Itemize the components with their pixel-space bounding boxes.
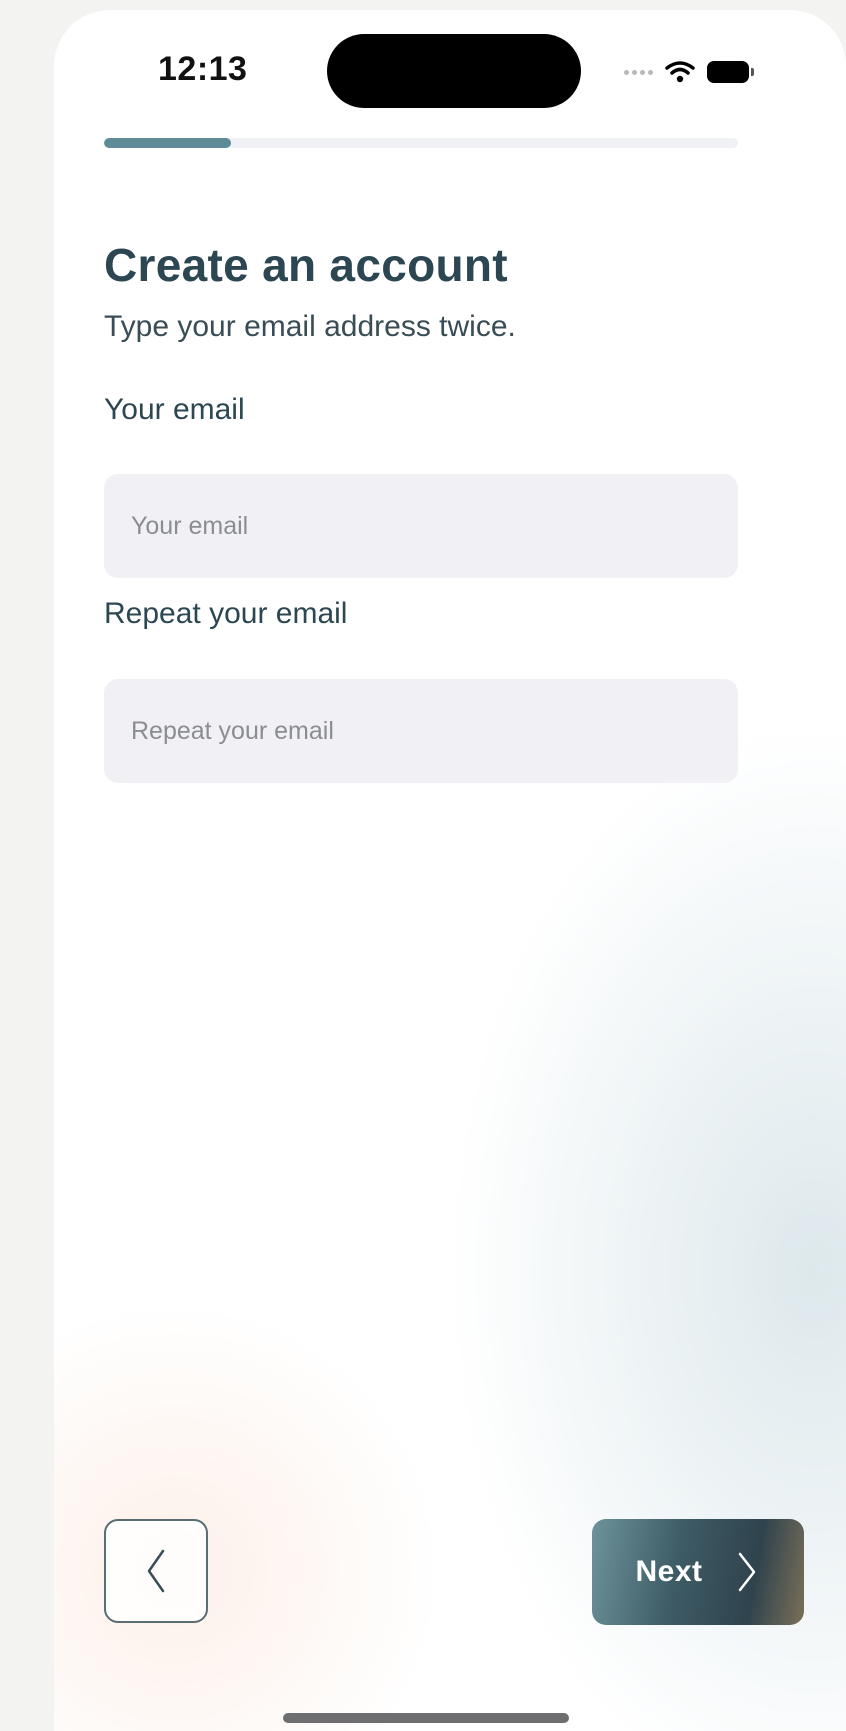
repeat-email-label: Repeat your email — [104, 597, 348, 630]
progress-fill — [104, 138, 231, 148]
home-indicator[interactable] — [283, 1713, 569, 1723]
battery-icon — [707, 61, 754, 83]
email-field[interactable] — [104, 474, 738, 578]
next-button[interactable]: Next — [592, 1519, 804, 1625]
chevron-right-icon — [738, 1552, 755, 1592]
page-subtitle: Type your email address twice. — [104, 310, 516, 343]
signal-icon — [624, 69, 653, 75]
wifi-icon — [665, 61, 695, 83]
chevron-left-icon — [147, 1549, 165, 1593]
progress-bar — [104, 138, 738, 148]
back-button[interactable] — [104, 1519, 208, 1623]
status-icons — [624, 57, 754, 87]
repeat-email-field[interactable] — [104, 679, 738, 783]
email-label: Your email — [104, 393, 245, 426]
next-button-label: Next — [635, 1555, 703, 1588]
page-title: Create an account — [104, 239, 508, 291]
phone-screen: 12:13 Create an account Type your email … — [54, 10, 846, 1731]
status-time: 12:13 — [158, 50, 248, 88]
dynamic-island — [327, 34, 581, 108]
